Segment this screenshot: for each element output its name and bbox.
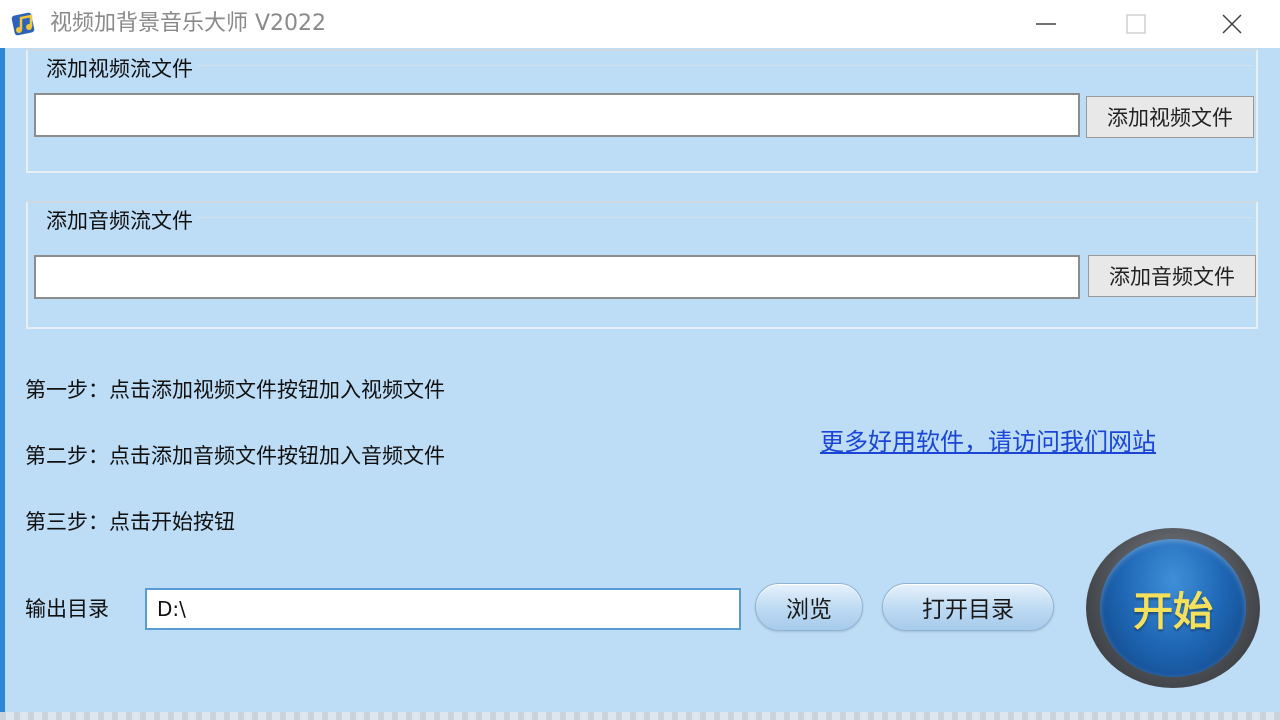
audio-group-legend: 添加音频流文件 [46,207,197,235]
visit-website-link[interactable]: 更多好用软件，请访问我们网站 [820,426,1156,458]
browse-button[interactable]: 浏览 [755,583,863,631]
output-directory-input[interactable] [145,588,741,630]
group-divider [46,65,1252,66]
video-path-input[interactable] [34,93,1080,137]
title-bar[interactable]: 视频加背景音乐大师 V2022 [0,0,1280,48]
group-divider [46,217,1252,218]
video-group-legend: 添加视频流文件 [46,55,197,83]
music-note-app-icon [10,10,40,38]
step-three-instruction: 第三步：点击开始按钮 [25,510,235,534]
close-icon [1222,14,1242,34]
window-left-edge [0,0,5,720]
bottom-edge [0,712,1280,720]
close-button[interactable] [1184,0,1280,48]
step-two-instruction: 第二步：点击添加音频文件按钮加入音频文件 [25,444,445,468]
minimize-icon [1036,23,1056,25]
step-one-instruction: 第一步：点击添加视频文件按钮加入视频文件 [25,378,445,402]
open-directory-button[interactable]: 打开目录 [882,583,1054,631]
add-audio-file-button[interactable]: 添加音频文件 [1088,255,1256,297]
maximize-icon [1126,14,1146,34]
start-button-ring: 开始 [1086,528,1260,688]
output-directory-label: 输出目录 [25,597,109,621]
start-button[interactable]: 开始 [1100,539,1246,677]
minimize-button[interactable] [998,0,1094,48]
audio-path-input[interactable] [34,255,1080,299]
add-video-file-button[interactable]: 添加视频文件 [1086,96,1254,138]
audio-stream-group: 添加音频流文件 添加音频文件 [26,201,1258,329]
video-stream-group: 添加视频流文件 添加视频文件 [26,49,1258,173]
window-title: 视频加背景音乐大师 V2022 [50,11,327,36]
maximize-button[interactable] [1088,0,1184,48]
